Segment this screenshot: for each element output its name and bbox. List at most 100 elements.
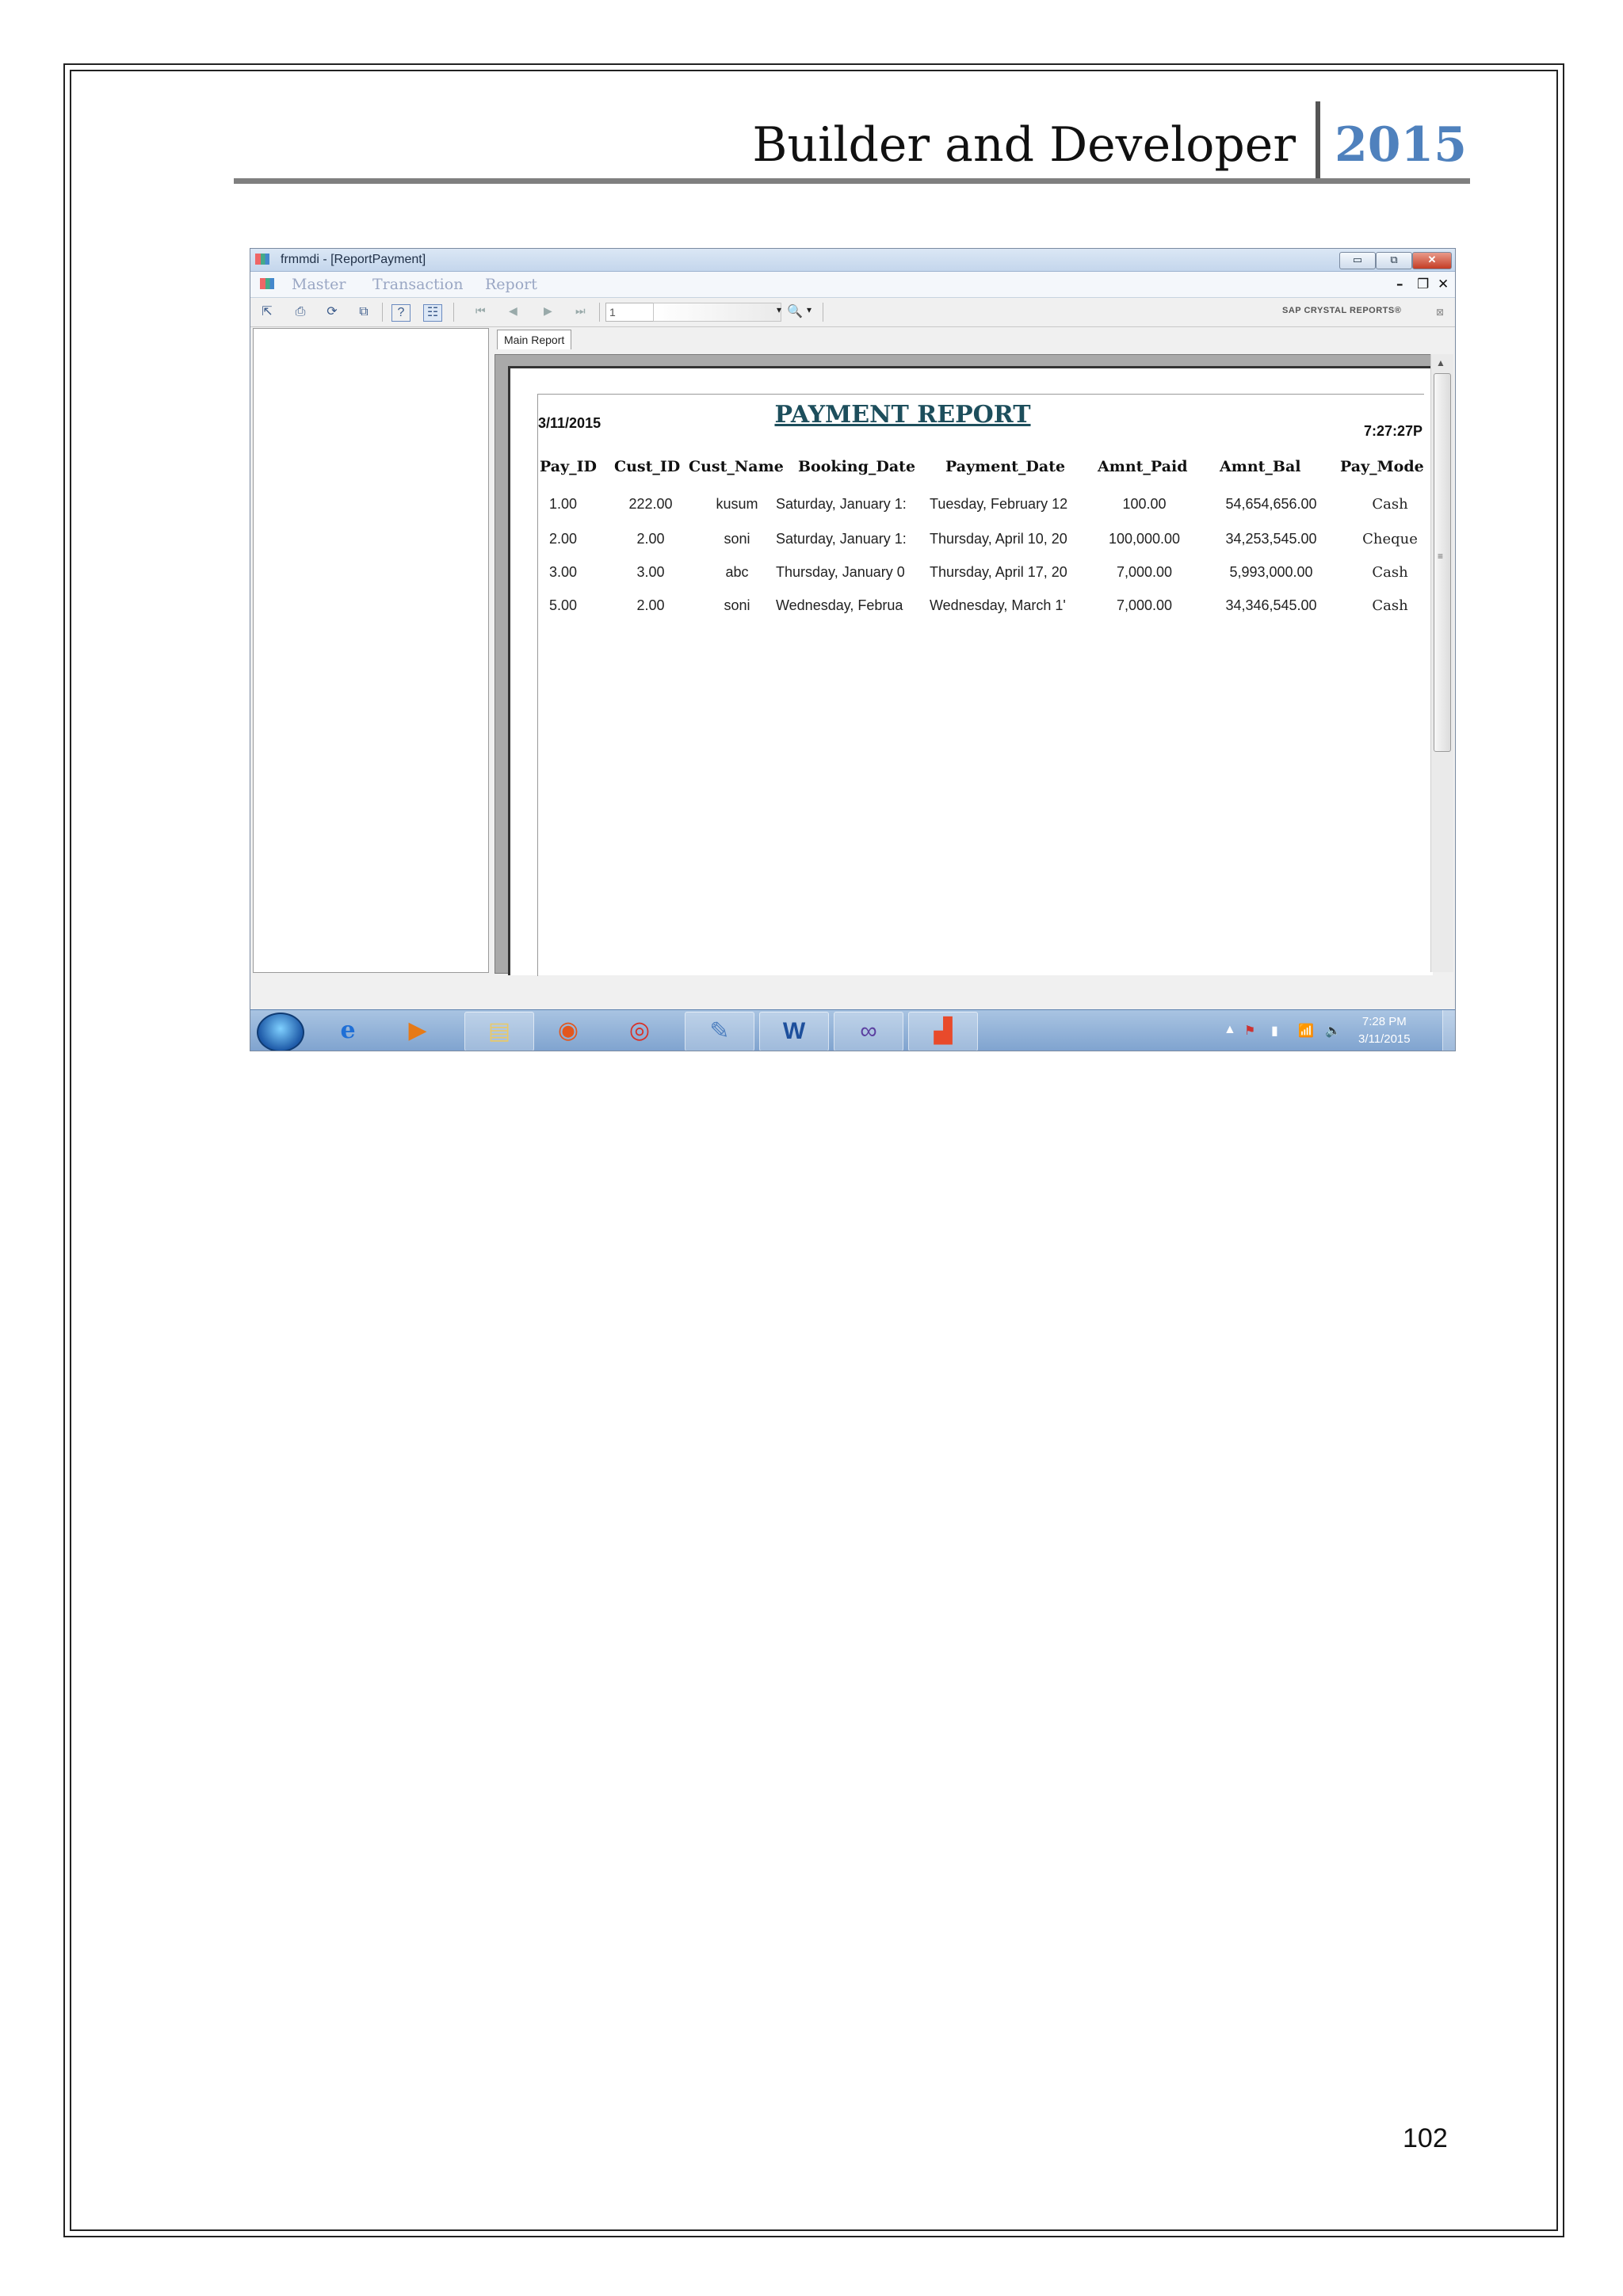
toolbar-separator	[599, 303, 600, 322]
tab-main-report[interactable]: Main Report	[497, 330, 572, 349]
mdi-minimize-button[interactable]: –	[1396, 272, 1403, 297]
action-center-icon[interactable]: ⚑	[1244, 1023, 1255, 1039]
taskbar-word[interactable]: W	[759, 1012, 829, 1051]
scroll-up-icon[interactable]: ▲	[1436, 357, 1445, 368]
report-cell: 100,000.00	[1108, 531, 1181, 547]
taskbar-firefox[interactable]: ◉	[534, 1012, 602, 1050]
column-header-payment-date: Payment_Date	[945, 458, 1066, 475]
taskbar-visual-studio[interactable]: ∞	[834, 1012, 903, 1051]
header-year: 2015	[1335, 117, 1467, 173]
page-number-input[interactable]: 1	[605, 303, 655, 322]
window-titlebar[interactable]: frmmdi - [ReportPayment] ▭ ⧉ ✕	[250, 249, 1455, 272]
last-page-icon[interactable]: ⏭	[575, 304, 586, 318]
menu-report[interactable]: Report	[485, 272, 537, 297]
search-input[interactable]	[653, 303, 781, 322]
report-cell: Tuesday, February 12	[930, 496, 1068, 512]
report-cell: 3.00	[636, 564, 665, 580]
chrome-icon: ◎	[628, 1017, 651, 1043]
help-icon[interactable]: ?	[391, 304, 411, 322]
minimize-button[interactable]: ▭	[1339, 252, 1376, 269]
report-cell: Cheque	[1362, 531, 1418, 547]
taskbar-internet-explorer[interactable]: e	[314, 1012, 382, 1050]
report-cell: Thursday, January 0	[776, 564, 905, 580]
report-cell: soni	[724, 597, 750, 613]
report-cell: 54,654,656.00	[1225, 496, 1317, 512]
report-cell: 34,253,545.00	[1225, 531, 1317, 547]
taskbar-windows-app[interactable]: ▟	[908, 1012, 978, 1051]
report-cell: Cash	[1372, 597, 1408, 614]
paint-icon: ✎	[709, 1018, 730, 1044]
show-desktop-button[interactable]	[1442, 1010, 1455, 1051]
maximize-button[interactable]: ⧉	[1376, 252, 1412, 269]
mdi-child-icon[interactable]	[260, 278, 274, 289]
report-print-time: 7:27:27P	[1363, 423, 1423, 439]
report-cell: Thursday, April 17, 20	[930, 564, 1067, 580]
report-vertical-scrollbar[interactable]: ▲ ≡	[1430, 354, 1453, 972]
report-cell: soni	[724, 531, 750, 547]
firefox-icon: ◉	[557, 1017, 579, 1043]
zoom-dropdown-icon[interactable]: ▾	[807, 304, 812, 315]
group-tree-icon[interactable]: ☷	[423, 304, 442, 322]
header-title: Builder and Developer	[752, 117, 1296, 173]
word-icon: W	[782, 1018, 806, 1044]
scroll-grip-icon: ≡	[1438, 551, 1444, 562]
toolbar-close-icon[interactable]: ⊠	[1431, 304, 1449, 320]
power-icon[interactable]: ▮	[1271, 1023, 1278, 1039]
windows-app-icon: ▟	[934, 1018, 953, 1044]
window-title: frmmdi - [ReportPayment]	[281, 253, 426, 266]
mdi-restore-button[interactable]: ❐	[1417, 272, 1429, 297]
report-cell: 7,000.00	[1116, 564, 1173, 580]
taskbar-file-explorer[interactable]: ▤	[464, 1012, 534, 1051]
scroll-thumb[interactable]	[1434, 373, 1451, 752]
volume-icon[interactable]: 🔈	[1325, 1023, 1341, 1039]
tray-clock[interactable]: 7:28 PM 3/11/2015	[1358, 1013, 1411, 1048]
refresh-icon[interactable]: ⟳	[323, 304, 341, 320]
report-cell: Cash	[1372, 496, 1408, 513]
network-icon[interactable]: 📶	[1298, 1023, 1314, 1039]
mdi-close-button[interactable]: ✕	[1438, 272, 1449, 297]
report-cell: 2.00	[636, 531, 665, 547]
taskbar-media-player[interactable]: ▶	[384, 1012, 452, 1050]
export-icon[interactable]: ⇱	[258, 304, 276, 320]
report-cell: Wednesday, March 1'	[930, 597, 1066, 613]
report-page: PAYMENT REPORT 3/11/2015 7:27:27P Pay_ID…	[508, 366, 1433, 976]
column-header-amnt-paid: Amnt_Paid	[1098, 458, 1188, 475]
app-icon	[255, 254, 269, 265]
taskbar-chrome[interactable]: ◎	[605, 1012, 674, 1050]
close-button[interactable]: ✕	[1412, 252, 1452, 269]
print-icon[interactable]: ⎙	[292, 304, 309, 320]
previous-page-icon[interactable]: ◀	[509, 304, 517, 318]
report-content: PAYMENT REPORT 3/11/2015 7:27:27P Pay_ID…	[537, 394, 1424, 976]
report-cell: kusum	[716, 496, 758, 512]
report-cell: Saturday, January 1:	[776, 496, 907, 512]
report-cell: 1.00	[549, 496, 578, 512]
taskbar-paint[interactable]: ✎	[685, 1012, 754, 1051]
column-header-booking-date: Booking_Date	[798, 458, 916, 475]
report-viewer: PAYMENT REPORT 3/11/2015 7:27:27P Pay_ID…	[495, 354, 1433, 976]
group-tree-pane[interactable]	[253, 328, 489, 973]
column-header-amnt-bal: Amnt_Bal	[1220, 458, 1301, 475]
report-cell: 100.00	[1122, 496, 1167, 512]
zoom-icon[interactable]: 🔍	[786, 304, 804, 320]
report-cell: 3.00	[549, 564, 578, 580]
tray-expand-icon[interactable]: ▲	[1224, 1023, 1236, 1037]
search-dropdown-icon[interactable]: ▾	[777, 304, 781, 315]
report-print-date: 3/11/2015	[538, 415, 601, 431]
next-page-icon[interactable]: ▶	[544, 304, 552, 318]
windows-taskbar: e ▶ ▤ ◉ ◎ ✎ W ∞ ▟ ▲ ⚑ ▮ 📶 🔈 7:28 PM 3/11…	[250, 1009, 1455, 1051]
header-rule	[234, 178, 1470, 184]
crystal-reports-brand: SAP CRYSTAL REPORTS®	[1282, 306, 1402, 315]
column-header-cust-id: Cust_ID	[614, 458, 681, 475]
tray-time: 7:28 PM	[1361, 1015, 1407, 1028]
copy-icon[interactable]: ⧉	[355, 304, 372, 320]
menu-transaction[interactable]: Transaction	[372, 272, 463, 297]
report-cell: abc	[725, 564, 749, 580]
toolbar-separator	[453, 303, 454, 322]
report-cell: 7,000.00	[1116, 597, 1173, 613]
column-header-cust-name: Cust_Name	[689, 458, 784, 475]
start-button[interactable]	[257, 1013, 304, 1051]
app-window-screenshot: frmmdi - [ReportPayment] ▭ ⧉ ✕ Master Tr…	[250, 248, 1456, 1051]
report-tabstrip: Main Report	[492, 328, 1451, 350]
first-page-icon[interactable]: ⏮	[475, 304, 486, 318]
menu-master[interactable]: Master	[292, 272, 346, 297]
